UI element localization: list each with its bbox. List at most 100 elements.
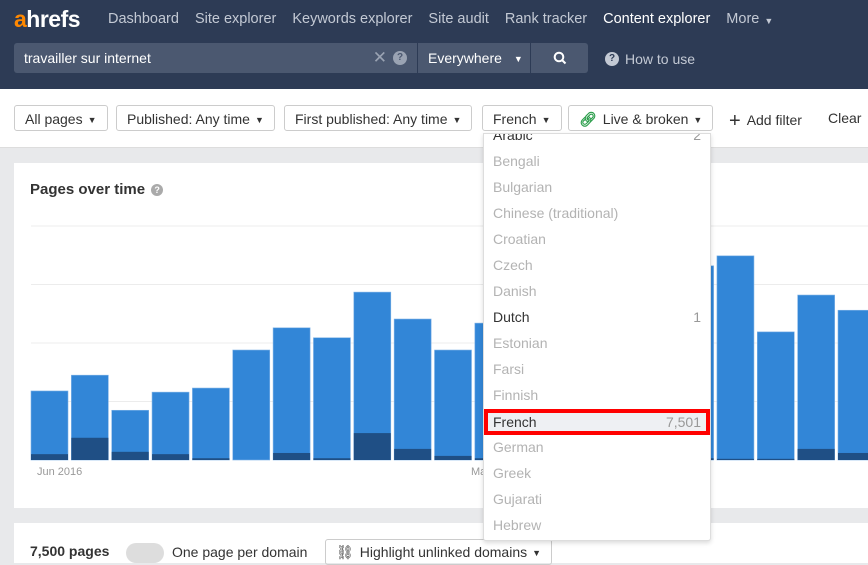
search-icon xyxy=(553,51,566,65)
bar-dark[interactable] xyxy=(757,458,795,460)
bar-dark[interactable] xyxy=(192,458,230,460)
add-filter-button[interactable]: + Add filter xyxy=(729,110,802,133)
language-name: Croatian xyxy=(493,231,546,247)
one-per-domain-toggle[interactable] xyxy=(126,543,164,563)
nav-item[interactable]: Dashboard xyxy=(108,11,179,27)
published-filter[interactable]: Published: Any time ▼ xyxy=(116,105,275,131)
language-name: Bengali xyxy=(493,153,540,169)
language-option[interactable]: Croatian xyxy=(484,226,710,252)
x-tick-label: Jun 2016 xyxy=(37,466,82,478)
nav-item[interactable]: More xyxy=(726,11,759,27)
language-dropdown: Arabic 2 Bengali Bulgarian Chinese (traditio… xyxy=(483,133,711,541)
language-option[interactable]: Gujarati xyxy=(484,486,710,512)
nav-item[interactable]: Keywords explorer xyxy=(292,11,412,27)
language-name: French xyxy=(493,414,537,430)
bar-total[interactable] xyxy=(232,349,271,461)
language-filter[interactable]: French ▼ xyxy=(482,105,562,131)
language-option[interactable]: Arabic 2 xyxy=(484,133,710,148)
caret-down-icon: ▼ xyxy=(452,115,462,125)
clear-icon[interactable]: ✕ xyxy=(373,48,387,68)
nav-item[interactable]: Content explorer xyxy=(603,11,710,27)
bar-total[interactable] xyxy=(434,349,472,461)
language-option[interactable]: French 7,501 xyxy=(484,409,710,435)
bar-dark[interactable] xyxy=(353,433,391,460)
bar-dark[interactable] xyxy=(313,458,351,460)
bar-total[interactable] xyxy=(797,294,835,461)
bar-dark[interactable] xyxy=(152,454,190,460)
unlink-icon: ⛓ xyxy=(336,544,354,560)
clear-button[interactable]: Clear xyxy=(828,110,861,126)
bar-total[interactable] xyxy=(313,337,351,461)
language-name: Finnish xyxy=(493,387,539,403)
caret-down-icon: ▼ xyxy=(532,548,542,558)
nav-item[interactable]: Rank tracker xyxy=(505,11,587,27)
bar-dark[interactable] xyxy=(394,448,432,460)
bar-total[interactable] xyxy=(837,309,868,461)
first-published-filter[interactable]: First published: Any time ▼ xyxy=(284,105,473,131)
pages-over-time-card: Pages over time? Jun 2016Mar 2017 xyxy=(14,163,868,508)
language-count: 1 xyxy=(693,309,701,325)
pages-over-time-chart: Jun 2016Mar 2017 xyxy=(30,225,868,478)
how-to-use-link[interactable]: ? How to use xyxy=(605,51,695,67)
language-name: Chinese (traditional) xyxy=(493,205,619,221)
language-option[interactable]: Bulgarian xyxy=(484,174,710,200)
bar-total[interactable] xyxy=(272,327,311,461)
bar-dark[interactable] xyxy=(716,458,754,460)
bar-dark[interactable] xyxy=(273,452,311,460)
nav-item[interactable]: Site explorer xyxy=(195,11,276,27)
language-option[interactable]: Estonian xyxy=(484,330,710,356)
bar-total[interactable] xyxy=(30,390,69,461)
caret-down-icon: ▼ xyxy=(764,16,774,26)
language-option[interactable]: Hebrew xyxy=(484,512,710,538)
language-name: Farsi xyxy=(493,361,525,377)
link-icon: 🔗︎ xyxy=(579,111,597,127)
bar-dark[interactable] xyxy=(797,448,835,460)
language-option[interactable]: Greek xyxy=(484,460,710,486)
bar-dark[interactable] xyxy=(838,452,868,460)
language-name: Gujarati xyxy=(493,491,543,507)
search-button[interactable] xyxy=(531,43,588,73)
language-name: Greek xyxy=(493,465,532,481)
help-icon[interactable]: ? xyxy=(393,51,407,65)
language-option[interactable]: Danish xyxy=(484,278,710,304)
language-name: Danish xyxy=(493,283,537,299)
page-count: 7,500 pages xyxy=(30,543,110,559)
language-name: Arabic xyxy=(493,133,533,143)
caret-down-icon: ▼ xyxy=(254,115,264,125)
bar-total[interactable] xyxy=(192,387,230,461)
help-icon: ? xyxy=(605,52,619,66)
bar-total[interactable] xyxy=(716,255,755,461)
caret-down-icon: ▼ xyxy=(513,54,523,64)
filter-bar: All pages ▼ Published: Any time ▼ First pu… xyxy=(0,89,868,148)
bar-dark[interactable] xyxy=(31,454,68,460)
highlight-unlinked-button[interactable]: ⛓ Highlight unlinked domains ▼ xyxy=(325,539,553,565)
language-count: 7,501 xyxy=(665,414,701,430)
main-nav: Dashboard Site explorer Keywords explorer S… xyxy=(108,11,773,27)
nav-item[interactable]: Site audit xyxy=(428,11,488,27)
caret-down-icon: ▼ xyxy=(87,115,97,125)
language-name: Estonian xyxy=(493,335,548,351)
search-input[interactable]: travailler sur internet ✕? xyxy=(14,43,417,73)
language-option[interactable]: Finnish xyxy=(484,382,710,408)
language-option[interactable]: Bengali xyxy=(484,148,710,174)
language-option[interactable]: German xyxy=(484,434,710,460)
bar-dark[interactable] xyxy=(71,437,109,460)
bar-total[interactable] xyxy=(756,331,795,461)
bar-total[interactable] xyxy=(151,391,190,461)
language-name: Hebrew xyxy=(493,517,542,533)
language-option[interactable]: Chinese (traditional) xyxy=(484,200,710,226)
ahrefs-logo[interactable]: ahrefs xyxy=(14,6,81,33)
bar-dark[interactable] xyxy=(111,451,149,460)
language-option[interactable]: Dutch 1 xyxy=(484,304,710,330)
live-broken-filter[interactable]: 🔗︎ Live & broken ▼ xyxy=(568,105,714,131)
language-name: Bulgarian xyxy=(493,179,553,195)
language-count: 2 xyxy=(693,133,701,143)
all-pages-filter[interactable]: All pages ▼ xyxy=(14,105,108,131)
caret-down-icon: ▼ xyxy=(693,115,703,125)
bar-dark[interactable] xyxy=(434,455,472,460)
plus-icon: + xyxy=(729,110,741,132)
language-option[interactable]: Czech xyxy=(484,252,710,278)
scope-select[interactable]: Everywhere ▼ xyxy=(418,43,530,73)
language-option[interactable]: Farsi xyxy=(484,356,710,382)
bar-total[interactable] xyxy=(393,318,432,461)
